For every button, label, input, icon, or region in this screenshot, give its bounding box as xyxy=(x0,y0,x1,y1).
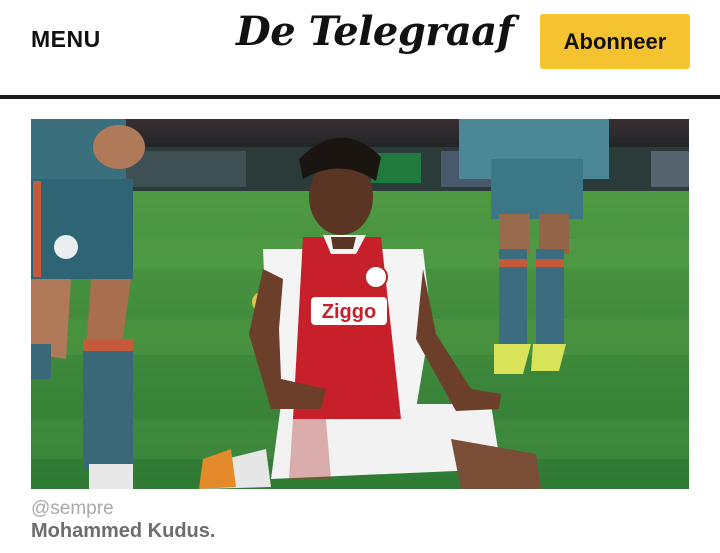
site-header: MENU De Telegraaf Abonneer xyxy=(0,0,720,96)
menu-button[interactable]: MENU xyxy=(31,26,101,53)
article-photo: Ziggo xyxy=(31,119,689,489)
header-divider xyxy=(0,95,720,99)
image-caption: Mohammed Kudus. xyxy=(31,520,216,542)
shirt-sponsor-text: Ziggo xyxy=(322,301,376,323)
subscribe-button[interactable]: Abonneer xyxy=(540,14,690,69)
site-logo[interactable]: De Telegraaf xyxy=(236,8,514,55)
image-credit: @sempre xyxy=(31,498,114,519)
